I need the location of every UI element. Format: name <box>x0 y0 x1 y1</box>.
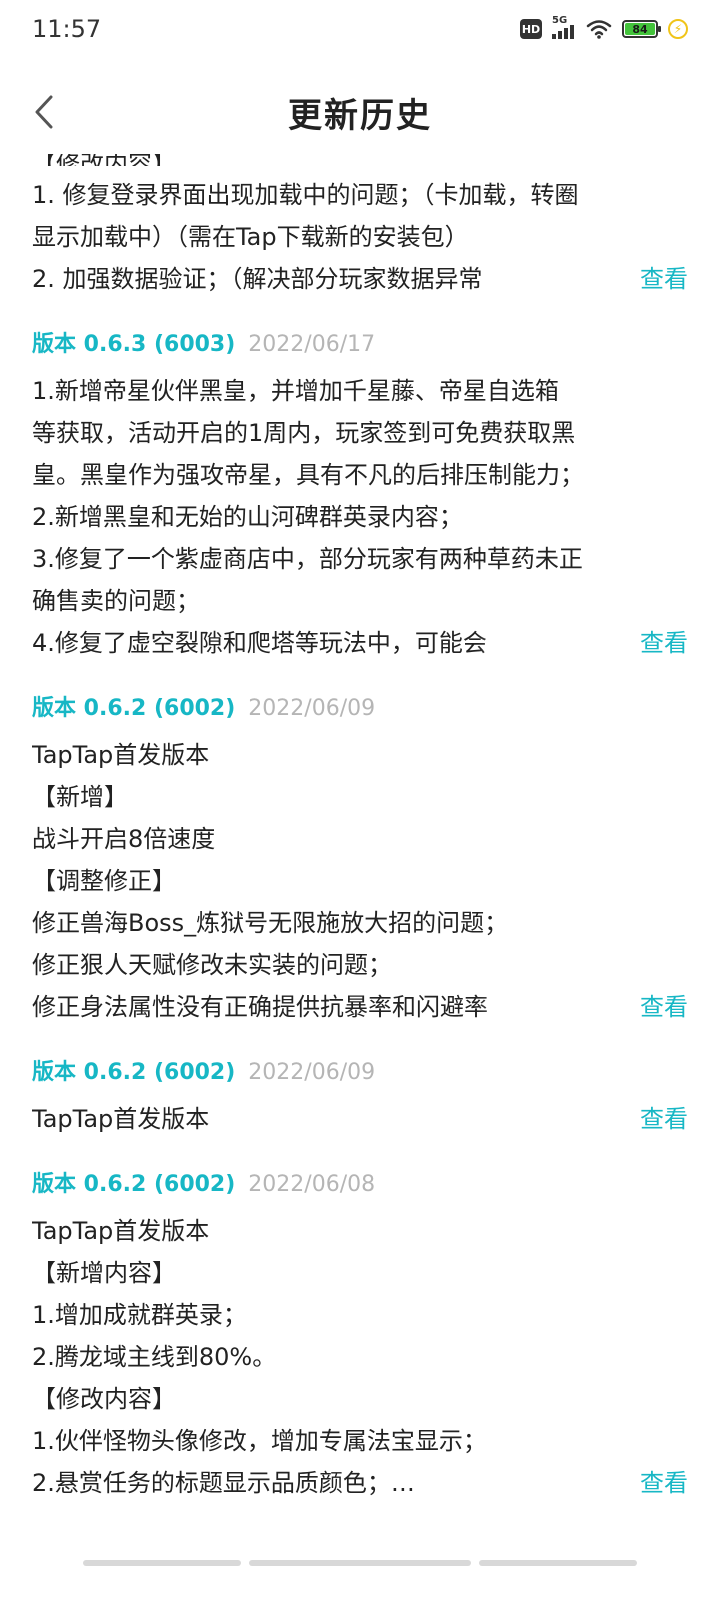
chevron-left-icon <box>35 95 53 129</box>
note-line: 2.新增黑皇和无始的山河碑群英录内容； <box>32 503 463 531</box>
bottom-nav-indicator <box>0 1560 720 1568</box>
page-title: 更新历史 <box>288 95 432 136</box>
hd-icon: HD <box>520 19 542 39</box>
release-date: 2022/06/09 <box>248 696 376 721</box>
entry-notes: TapTap首发版本 【新增】 战斗开启8倍速度 【调整修正】 修正兽海Boss… <box>32 734 688 1028</box>
entry-header: 版本 0.6.2 (6002) 2022/06/09 <box>32 1058 688 1088</box>
version-label: 版本 0.6.2 (6002) <box>32 696 236 721</box>
release-date: 2022/06/09 <box>248 1060 376 1085</box>
note-line: 修正身法属性没有正确提供抗暴率和闪避率 <box>32 986 557 1028</box>
view-button[interactable]: 查看 <box>640 622 688 664</box>
note-line: 确售卖的问题； <box>32 587 200 615</box>
note-line: 2.悬赏任务的标题显示品质颜色；… <box>32 1469 415 1497</box>
note-line: 1.伙伴怪物头像修改，增加专属法宝显示； <box>32 1427 487 1455</box>
entry-notes: TapTap首发版本 【新增内容】 1.增加成就群英录； 2.腾龙域主线到80%… <box>32 1210 688 1504</box>
note-line: 2.腾龙域主线到80%。 <box>32 1343 277 1371</box>
clipped-heading: 【修改内容】 <box>0 154 720 166</box>
entry-notes: TapTap首发版本 查看 <box>32 1098 688 1140</box>
status-icons: HD 5G 84 ⚡ <box>520 15 688 39</box>
note-line: TapTap首发版本 <box>32 1217 210 1245</box>
network-type-label: 5G <box>552 15 568 26</box>
entry-header: 版本 0.6.2 (6002) 2022/06/09 <box>32 694 688 724</box>
note-line: 修正兽海Boss_炼狱号无限施放大招的问题； <box>32 909 509 937</box>
note-line: 3.修复了一个紫虚商店中，部分玩家有两种草药未正 <box>32 545 583 573</box>
note-line: 2. 加强数据验证；（解决部分玩家数据异常 <box>32 258 557 300</box>
note-line: 1.增加成就群英录； <box>32 1301 247 1329</box>
version-label: 版本 0.6.3 (6003) <box>32 332 236 357</box>
note-line: 1.新增帝星伙伴黑皇，并增加千星藤、帝星自选箱 <box>32 377 559 405</box>
view-button[interactable]: 查看 <box>640 1098 688 1140</box>
note-line: 显示加载中）（需在Tap下载新的安装包） <box>32 223 469 251</box>
battery-icon: 84 <box>622 20 661 38</box>
version-label: 版本 0.6.2 (6002) <box>32 1060 236 1085</box>
entry-header: 版本 0.6.2 (6002) 2022/06/08 <box>32 1170 688 1200</box>
version-entry: 版本 0.6.2 (6002) 2022/06/09 TapTap首发版本 【新… <box>0 694 720 1028</box>
note-line: 4.修复了虚空裂隙和爬塔等玩法中，可能会 <box>32 622 557 664</box>
battery-level: 84 <box>625 23 655 36</box>
charging-icon: ⚡ <box>668 19 688 39</box>
note-line: 战斗开启8倍速度 <box>32 825 216 853</box>
signal-icon: 5G <box>552 15 576 39</box>
view-button[interactable]: 查看 <box>640 986 688 1028</box>
wifi-icon <box>586 20 612 39</box>
entry-header: 版本 0.6.3 (6003) 2022/06/17 <box>32 330 688 360</box>
version-entry: 版本 0.6.3 (6003) 2022/06/17 1.新增帝星伙伴黑皇，并增… <box>0 330 720 664</box>
note-line: TapTap首发版本 <box>32 741 210 769</box>
nav-bar: 更新历史 <box>0 70 720 154</box>
status-bar: 11:57 HD 5G 84 ⚡ <box>0 0 720 58</box>
view-button[interactable]: 查看 <box>640 1462 688 1504</box>
entry-notes: 1.新增帝星伙伴黑皇，并增加千星藤、帝星自选箱 等获取，活动开启的1周内，玩家签… <box>32 370 688 664</box>
version-entry: 版本 0.6.2 (6002) 2022/06/08 TapTap首发版本 【新… <box>0 1170 720 1504</box>
entry-notes: 1. 修复登录界面出现加载中的问题；（卡加载，转圈 显示加载中）（需在Tap下载… <box>32 174 688 300</box>
note-line: 【调整修正】 <box>32 867 176 895</box>
update-history-list[interactable]: 【修改内容】 1. 修复登录界面出现加载中的问题；（卡加载，转圈 显示加载中）（… <box>0 154 720 1550</box>
release-date: 2022/06/08 <box>248 1172 376 1197</box>
back-button[interactable] <box>22 90 66 134</box>
note-line: 皇。黑皇作为强攻帝星，具有不凡的后排压制能力； <box>32 461 584 489</box>
version-entry: 版本 0.6.2 (6002) 2022/06/09 TapTap首发版本 查看 <box>0 1058 720 1140</box>
status-time: 11:57 <box>32 15 102 43</box>
note-line: 【新增】 <box>32 783 128 811</box>
version-entry: 1. 修复登录界面出现加载中的问题；（卡加载，转圈 显示加载中）（需在Tap下载… <box>0 174 720 300</box>
note-line: TapTap首发版本 <box>32 1105 210 1133</box>
note-line: 修正狠人天赋修改未实装的问题； <box>32 951 392 979</box>
view-button[interactable]: 查看 <box>640 258 688 300</box>
version-label: 版本 0.6.2 (6002) <box>32 1172 236 1197</box>
note-line: 等获取，活动开启的1周内，玩家签到可免费获取黑 <box>32 419 576 447</box>
note-line: 【修改内容】 <box>32 1385 176 1413</box>
note-line: 【新增内容】 <box>32 1259 176 1287</box>
release-date: 2022/06/17 <box>248 332 376 357</box>
note-line: 1. 修复登录界面出现加载中的问题；（卡加载，转圈 <box>32 181 579 209</box>
